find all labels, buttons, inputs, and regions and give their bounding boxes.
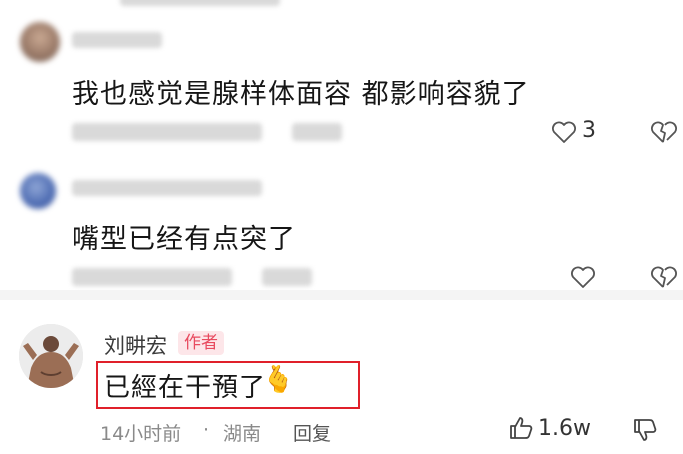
blurred-previous-meta	[120, 0, 280, 6]
thumbs-down-icon[interactable]	[632, 417, 658, 443]
heart-icon[interactable]	[570, 265, 596, 289]
blurred-comment-meta	[72, 123, 262, 141]
commenter-avatar[interactable]	[20, 173, 56, 209]
finger-heart-emoji: 🫰	[262, 365, 295, 395]
blurred-reply-label	[262, 268, 312, 286]
blurred-username	[72, 32, 162, 48]
heart-icon[interactable]	[551, 120, 577, 144]
thumbs-up-icon[interactable]	[508, 415, 534, 441]
blurred-reply-label	[292, 123, 342, 141]
reply-time: 14小时前	[100, 423, 182, 445]
commenter-avatar[interactable]	[20, 22, 60, 62]
like-count: 3	[582, 118, 596, 143]
section-divider	[0, 290, 683, 300]
like-count: 1.6w	[538, 416, 591, 441]
reply-location: 湖南	[223, 423, 262, 445]
broken-heart-icon[interactable]	[650, 120, 678, 144]
blurred-comment-meta	[72, 268, 232, 286]
reply-button[interactable]: 回复	[293, 419, 331, 446]
comment-text: 我也感觉是腺样体面容 都影响容貌了	[72, 79, 530, 110]
author-badge: 作者	[178, 331, 224, 355]
author-name[interactable]: 刘畊宏	[104, 330, 167, 360]
meta-separator: ·	[203, 419, 210, 441]
blurred-username	[72, 180, 262, 196]
author-avatar[interactable]	[19, 324, 83, 388]
broken-heart-icon[interactable]	[650, 265, 678, 289]
author-reply-text: 已經在干預了	[104, 373, 267, 403]
comment-text: 嘴型已经有点突了	[72, 224, 296, 255]
